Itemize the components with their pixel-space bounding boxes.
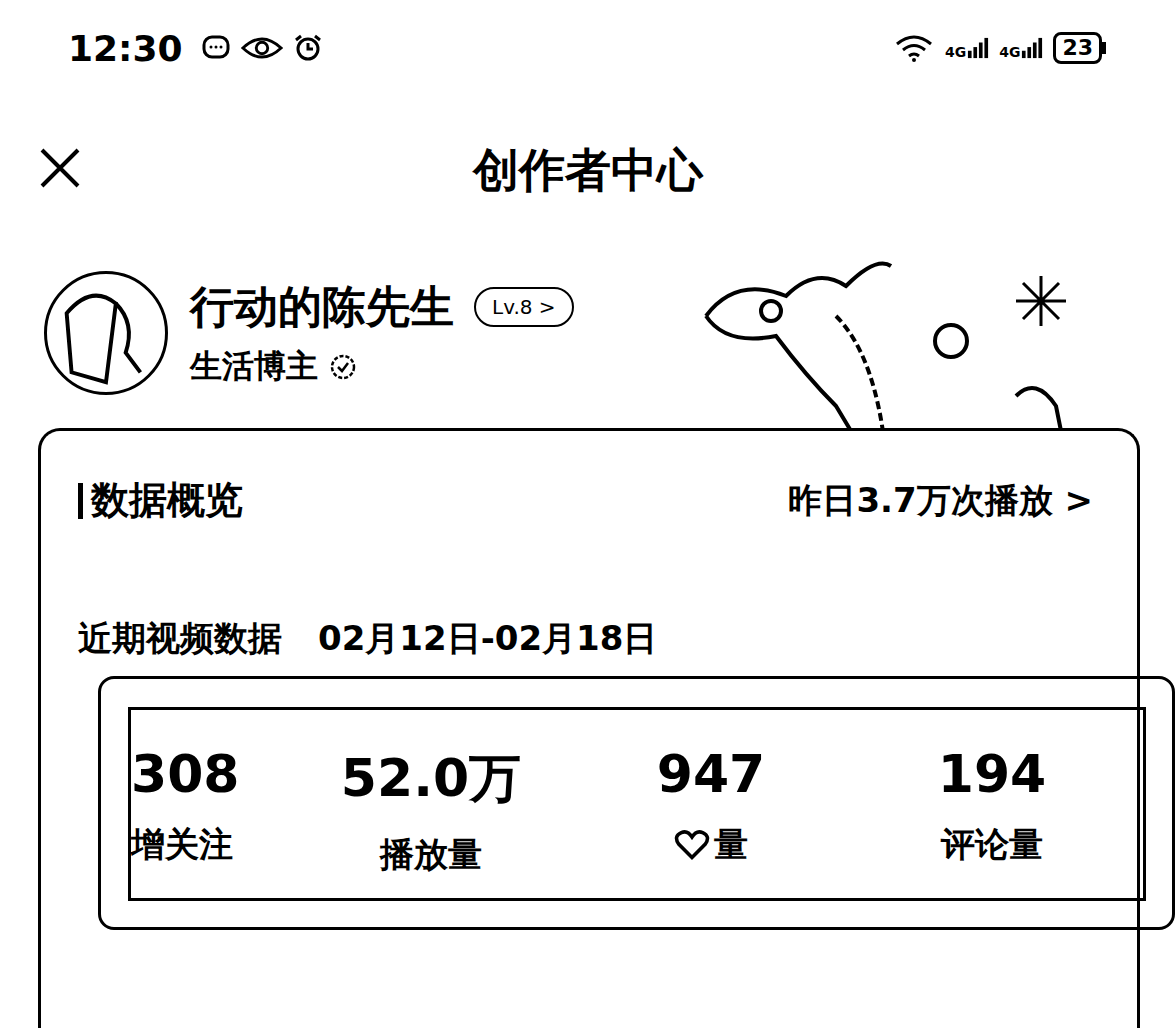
stat-label: 量 [674,822,748,868]
stats-row: 308 增关注 52.0万播放量 947 量 194 评论量 [128,707,1146,901]
signal-icon [967,37,989,59]
page-title: 创作者中心 [473,140,703,202]
user-role: 生活博主 [190,345,318,389]
dragon-decoration-icon [696,256,1116,456]
close-icon[interactable] [38,146,82,190]
avatar[interactable] [44,271,168,395]
date-range: 02月12日-02月18日 [318,616,657,662]
stat-label: 评论量 [941,822,1043,868]
status-left: 12:30 [68,28,323,69]
profile-info: 行动的陈先生 Lv.8 > 生活博主 [190,278,574,389]
stat-item[interactable]: 947 量 [581,744,841,878]
stat-item[interactable]: 52.0万播放量 [281,744,581,878]
battery-tip [1102,42,1106,54]
profile: 行动的陈先生 Lv.8 > 生活博主 [0,246,1176,398]
yesterday-plays-link[interactable]: 昨日3.7万次播放 > [788,478,1093,524]
eye-icon [241,33,283,63]
recent-range: 近期视频数据 02月12日-02月18日 [78,616,1137,662]
signal-indicator: 4G [945,37,989,59]
status-bar: 12:30 4G 4G 23 [0,0,1176,96]
stat-value: 52.0万 [341,744,521,814]
status-right: 4G 4G 23 [893,32,1106,64]
network-label: 4G [945,45,966,59]
recent-label: 近期视频数据 [78,616,282,662]
stat-label: 播放量 [380,832,482,878]
signal-indicator: 4G [999,37,1043,59]
title-bar [78,483,83,519]
badge-icon [328,352,358,382]
person-icon [47,274,165,392]
data-card: 数据概览 昨日3.7万次播放 > 近期视频数据 02月12日-02月18日 308 增关注… [38,428,1140,1028]
stat-label: 增关注 [131,822,233,868]
header: 创作者中心 [0,96,1176,246]
stat-value: 308 [131,744,240,804]
creator-center-page: 12:30 4G 4G 23 创作者中心行动的陈先生 Lv.8 > 生活博主数据概览 昨日3.… [0,0,1176,1028]
alarm-icon [293,33,323,63]
role-row: 生活博主 [190,345,574,389]
stat-item[interactable]: 194 评论量 [841,744,1143,878]
user-name: 行动的陈先生 [190,278,454,337]
signal-icon [1021,37,1043,59]
overview-header: 数据概览 昨日3.7万次播放 > [78,475,1137,526]
stat-value: 194 [938,744,1047,804]
stat-value: 947 [657,744,766,804]
battery-indicator: 23 [1053,32,1106,64]
heart-icon [674,829,710,861]
level-badge[interactable]: Lv.8 > [474,287,574,327]
stat-item[interactable]: 308 增关注 [131,744,281,878]
overview-title: 数据概览 [78,475,243,526]
status-time: 12:30 [68,28,183,69]
stats-panel: 308 增关注 52.0万播放量 947 量 194 评论量 [98,676,1175,930]
battery-level: 23 [1053,32,1102,64]
network-label: 4G [999,45,1020,59]
message-icon [201,33,231,63]
wifi-icon [893,33,935,63]
name-row: 行动的陈先生 Lv.8 > [190,278,574,337]
